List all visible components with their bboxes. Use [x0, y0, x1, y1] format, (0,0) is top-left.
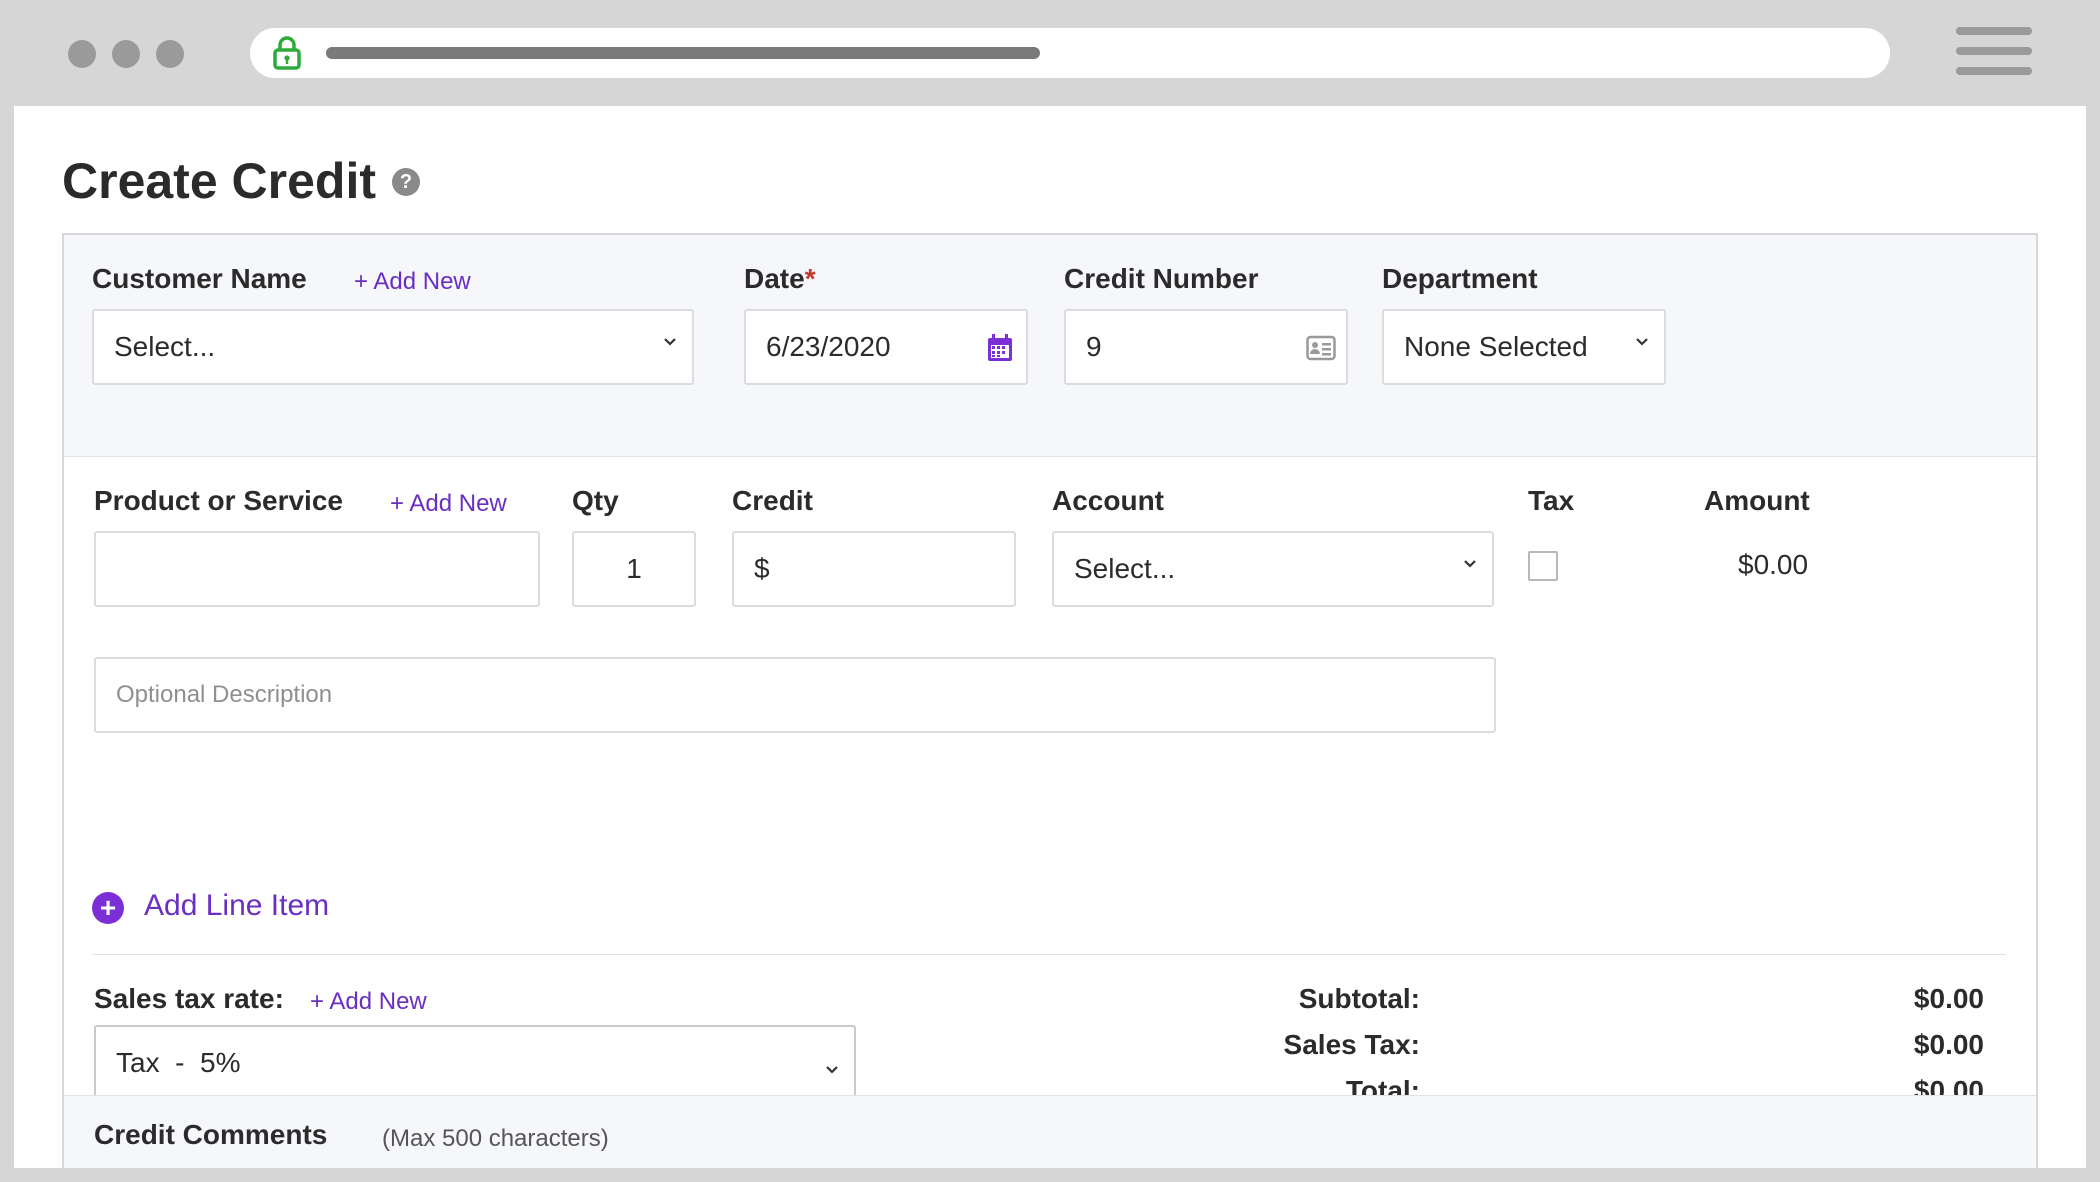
credit-input[interactable]: $: [732, 531, 1016, 607]
description-input[interactable]: Optional Description: [94, 657, 1496, 733]
sales-tax-rate-value: Tax - 5%: [116, 1047, 241, 1078]
credit-value: $: [754, 553, 770, 584]
customer-name-label: Customer Name: [92, 263, 307, 294]
credit-number-label: Credit Number: [1064, 263, 1259, 294]
calendar-icon[interactable]: [986, 333, 1014, 363]
qty-input[interactable]: 1: [572, 531, 696, 607]
product-service-input[interactable]: [94, 531, 540, 607]
chevron-down-icon: [1636, 338, 1648, 346]
browser-chrome: [0, 0, 2100, 106]
qty-label: Qty: [572, 485, 619, 516]
id-card-icon: [1306, 335, 1336, 361]
subtotal-value: $0.00: [1913, 983, 1984, 1014]
qty-value: 1: [626, 553, 642, 584]
credit-comments-note: (Max 500 characters): [382, 1125, 609, 1152]
amount-label: Amount: [1704, 485, 1810, 516]
account-select[interactable]: Select...: [1052, 531, 1494, 607]
sales-tax-label: Sales Tax:: [1283, 1029, 1420, 1060]
sales-tax-rate-label: Sales tax rate:: [94, 983, 284, 1014]
department-label: Department: [1382, 263, 1538, 294]
page-title: Create Credit: [62, 153, 376, 209]
window-maximize-dot[interactable]: [156, 40, 184, 68]
account-label: Account: [1052, 485, 1164, 516]
url-text-placeholder: [326, 47, 1040, 59]
section-divider: [92, 954, 2006, 955]
department-select[interactable]: None Selected: [1382, 309, 1666, 385]
department-value: None Selected: [1404, 331, 1588, 362]
description-placeholder: Optional Description: [116, 681, 333, 708]
credit-form: Customer Name + Add New Date* Credit Num…: [62, 233, 2038, 1168]
amount-value: $0.00: [1738, 549, 1809, 580]
window-minimize-dot[interactable]: [112, 40, 140, 68]
account-value: Select...: [1074, 553, 1176, 584]
customer-select-value: Select...: [114, 331, 216, 362]
product-service-label: Product or Service: [94, 485, 343, 516]
date-label: Date*: [744, 263, 816, 294]
credit-number-value: 9: [1086, 331, 1102, 362]
customer-name-select[interactable]: Select...: [92, 309, 694, 385]
chevron-down-icon: [664, 338, 676, 346]
subtotal-label: Subtotal:: [1298, 983, 1420, 1014]
customer-add-new-link[interactable]: + Add New: [354, 268, 471, 296]
add-line-item-link[interactable]: Add Line Item: [144, 889, 329, 923]
tax-label: Tax: [1528, 485, 1575, 516]
sales-tax-value: $0.00: [1913, 1029, 1984, 1060]
plus-circle-icon[interactable]: +: [92, 892, 124, 924]
credit-comments-label: Credit Comments: [94, 1119, 328, 1150]
date-input[interactable]: 6/23/2020: [744, 309, 1028, 385]
credit-label: Credit: [732, 485, 813, 516]
help-icon[interactable]: ?: [392, 168, 420, 196]
chevron-down-icon: [826, 1066, 838, 1074]
product-add-new-link[interactable]: + Add New: [390, 490, 507, 518]
required-mark: *: [804, 263, 816, 294]
page-content: Create Credit ? Customer Name + Add New …: [14, 106, 2086, 1168]
date-value: 6/23/2020: [766, 331, 891, 362]
lock-icon: [273, 36, 301, 70]
window-close-dot[interactable]: [68, 40, 96, 68]
credit-number-input[interactable]: 9: [1064, 309, 1348, 385]
sales-tax-add-new-link[interactable]: + Add New: [310, 988, 427, 1016]
comments-section: [64, 1095, 2036, 1168]
tax-checkbox[interactable]: [1528, 551, 1558, 581]
chevron-down-icon: [1464, 560, 1476, 568]
